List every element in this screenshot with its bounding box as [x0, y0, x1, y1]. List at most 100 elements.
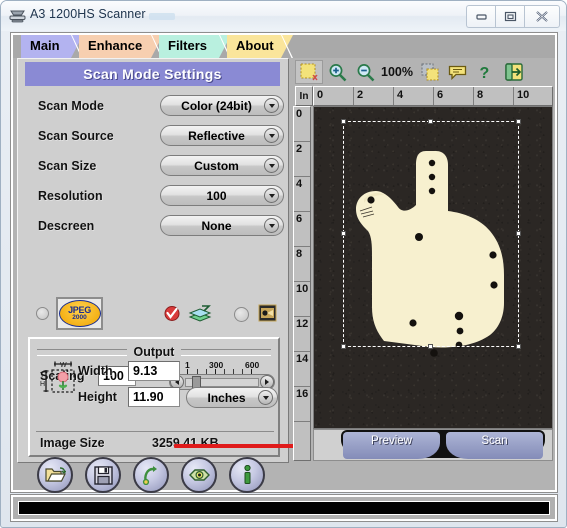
- maximize-button[interactable]: [495, 5, 524, 28]
- marquee-handle-w[interactable]: [341, 231, 346, 236]
- tab-main[interactable]: Main: [21, 35, 83, 58]
- svg-text:T: T: [40, 372, 45, 379]
- scan-size-label: Scan Size: [38, 159, 97, 173]
- marquee-select-button[interactable]: [295, 60, 323, 84]
- scan-size-value: Custom: [194, 158, 239, 173]
- tab-enhance[interactable]: Enhance: [79, 35, 163, 58]
- ruler-unit-label[interactable]: In: [295, 86, 313, 106]
- scaling-slider[interactable]: 1 300 600: [169, 360, 275, 391]
- ruler-tick-label: 10: [296, 283, 309, 295]
- ruler-tick-label: 8: [477, 89, 484, 101]
- scan-size-dropdown[interactable]: Custom: [160, 155, 284, 176]
- marquee-handle-n[interactable]: [428, 119, 433, 124]
- tick-label: 300: [209, 360, 224, 370]
- zoom-in-button[interactable]: [323, 60, 351, 84]
- tab-filters[interactable]: Filters: [159, 35, 231, 58]
- ruler-tick-label: 8: [296, 248, 303, 260]
- info-button[interactable]: [229, 457, 265, 493]
- ruler-tick-label: 6: [296, 213, 303, 225]
- calibrate-button[interactable]: [181, 457, 217, 493]
- preview-canvas[interactable]: [313, 106, 553, 429]
- open-folder-icon: [44, 467, 66, 482]
- slider-groove[interactable]: [185, 375, 259, 391]
- preview-toolbar: 100% ?: [295, 58, 553, 86]
- window-title: A3 1200HS Scanner: [30, 7, 146, 21]
- exit-door-icon: [505, 63, 523, 81]
- marquee-handle-se[interactable]: [516, 344, 521, 349]
- jpeg2000-button[interactable]: JPEG 2000: [56, 297, 103, 330]
- jpeg2000-radio[interactable]: [36, 307, 49, 320]
- chevron-down-icon: [258, 390, 273, 405]
- film-strip-icon[interactable]: [258, 304, 277, 322]
- ruler-tick: 2: [354, 87, 394, 105]
- output-group: Output Scaling 100 % 1 300 600: [28, 337, 280, 457]
- red-check-icon[interactable]: [164, 305, 180, 322]
- units-dropdown[interactable]: Inches: [186, 387, 278, 408]
- height-label: Height: [78, 390, 117, 404]
- ruler-tick-label: 2: [357, 89, 364, 101]
- auto-select-button[interactable]: [416, 60, 444, 84]
- scan-source-dropdown[interactable]: Reflective: [160, 125, 284, 146]
- selection-marquee[interactable]: [341, 119, 521, 349]
- zoom-in-icon: [329, 63, 346, 81]
- ruler-tick: 14: [294, 352, 310, 387]
- preview-button[interactable]: Preview: [343, 432, 440, 459]
- ruler-tick: 8: [294, 247, 310, 282]
- svg-text:W: W: [60, 362, 67, 369]
- marquee-handle-nw[interactable]: [341, 119, 346, 124]
- floppy-disk-icon: [93, 465, 113, 485]
- width-input[interactable]: 9.13: [128, 361, 180, 381]
- minimize-button[interactable]: [466, 5, 495, 28]
- scan-button[interactable]: Scan: [446, 432, 543, 459]
- height-input[interactable]: 11.90: [128, 387, 180, 407]
- marquee-handle-s[interactable]: [428, 344, 433, 349]
- chevron-down-icon: [264, 128, 279, 143]
- help-button[interactable]: ?: [472, 60, 500, 84]
- film-radio[interactable]: [234, 307, 249, 322]
- marquee-handle-ne[interactable]: [516, 119, 521, 124]
- ruler-tick-label: 4: [296, 178, 303, 190]
- setting-row-scan-mode: Scan Mode Color (24bit): [18, 95, 288, 123]
- tooltip-button[interactable]: [444, 60, 472, 84]
- units-value: Inches: [207, 390, 246, 405]
- divider: [37, 348, 127, 356]
- format-options-row: JPEG 2000: [18, 297, 288, 331]
- exit-button[interactable]: [500, 60, 528, 84]
- vertical-ruler: 0 2 4 6 8 10 12 14 16: [293, 106, 311, 461]
- ruler-bar: In 0 2 4 6 8 10: [295, 86, 553, 106]
- ruler-tick: 8: [474, 87, 514, 105]
- ruler-tick: 6: [434, 87, 474, 105]
- scan-source-value: Reflective: [188, 128, 245, 143]
- marquee-handle-sw[interactable]: [341, 344, 346, 349]
- resolution-dropdown[interactable]: 100: [160, 185, 284, 206]
- title-bar: A3 1200HS Scanner: [1, 1, 566, 31]
- scan-mode-dropdown[interactable]: Color (24bit): [160, 95, 284, 116]
- svg-text:H: H: [40, 381, 45, 388]
- reset-button[interactable]: [133, 457, 169, 493]
- open-folder-button[interactable]: [37, 457, 73, 493]
- descreen-dropdown[interactable]: None: [160, 215, 284, 236]
- status-bar: [18, 501, 550, 515]
- status-bar-frame: [11, 495, 557, 521]
- red-annotation-line: [174, 444, 294, 448]
- undo-arrow-icon: [142, 466, 157, 485]
- zoom-out-icon: [357, 63, 374, 81]
- zoom-level-label[interactable]: 100%: [381, 65, 413, 79]
- close-button[interactable]: [524, 5, 560, 28]
- output-title: Output: [133, 345, 175, 359]
- svg-text:?: ?: [480, 65, 490, 81]
- width-label: Width: [78, 364, 113, 378]
- tab-label: Filters: [168, 38, 208, 53]
- layers-icon[interactable]: [188, 305, 212, 323]
- auto-select-icon: [421, 63, 439, 81]
- jpeg2000-icon: JPEG 2000: [58, 300, 101, 327]
- minimize-icon: [475, 14, 487, 20]
- marquee-handle-e[interactable]: [516, 231, 521, 236]
- setting-row-scan-size: Scan Size Custom: [18, 155, 288, 183]
- panel-banner: Scan Mode Settings: [25, 62, 280, 86]
- close-icon: [536, 11, 548, 22]
- ruler-tick: 10: [514, 87, 552, 105]
- save-button[interactable]: [85, 457, 121, 493]
- ruler-tick: 4: [294, 177, 310, 212]
- zoom-out-button[interactable]: [351, 60, 379, 84]
